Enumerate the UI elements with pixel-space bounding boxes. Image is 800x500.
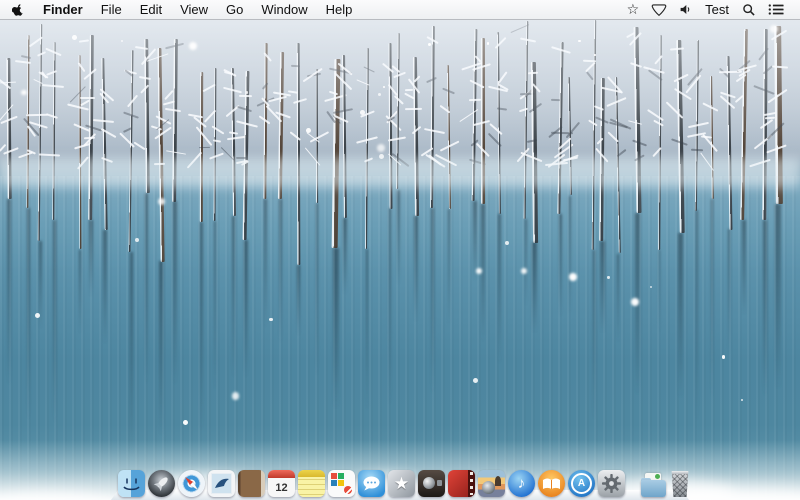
menu-help[interactable]: Help <box>317 0 362 19</box>
desktop-screen: Finder File Edit View Go Window Help ☆ Test 12… <box>0 0 800 500</box>
star-icon[interactable]: ☆ <box>621 0 646 19</box>
menu-file[interactable]: File <box>92 0 131 19</box>
menu-bar-status-area: ☆ Test <box>621 0 800 19</box>
calendar-header <box>268 470 295 478</box>
trash-rim <box>671 471 689 474</box>
imovie-star: ★ <box>393 473 410 493</box>
pick-outline-icon[interactable] <box>645 0 673 19</box>
dock-icon-safari[interactable] <box>178 470 205 497</box>
camera-lens <box>423 477 435 489</box>
wallpaper <box>0 0 800 500</box>
user-menu[interactable]: Test <box>698 2 736 17</box>
camera-lens <box>482 481 495 494</box>
dock: 12 ★ ♪ A <box>111 464 689 500</box>
menu-go[interactable]: Go <box>217 0 252 19</box>
dock-icon-launchpad[interactable] <box>148 470 175 497</box>
dock-icon-film[interactable] <box>448 470 475 497</box>
dock-icon-itunes[interactable]: ♪ <box>508 470 535 497</box>
dock-icon-photo-booth[interactable] <box>418 470 445 497</box>
apple-menu-icon[interactable] <box>0 0 34 19</box>
red-pin <box>344 486 352 494</box>
dock-icon-finder[interactable] <box>118 470 145 497</box>
notes-header <box>298 470 325 477</box>
dock-icon-trash[interactable] <box>671 471 689 497</box>
snow-branch <box>39 153 61 157</box>
dock-icon-mail[interactable] <box>208 470 235 497</box>
dock-icon-sysprefs[interactable] <box>598 470 625 497</box>
dock-icon-iphoto[interactable] <box>478 470 505 497</box>
menu-bar: Finder File Edit View Go Window Help ☆ Test <box>0 0 800 20</box>
forest-fog <box>0 17 800 152</box>
menu-edit[interactable]: Edit <box>131 0 171 19</box>
menu-window[interactable]: Window <box>252 0 316 19</box>
dock-icon-folder[interactable] <box>641 473 666 497</box>
camera-viewfinder <box>437 480 442 486</box>
menu-view[interactable]: View <box>171 0 217 19</box>
snow-branch <box>18 151 34 158</box>
dock-icon-messages[interactable] <box>358 470 385 497</box>
dock-divider <box>628 470 638 497</box>
volume-icon[interactable] <box>673 0 698 19</box>
dock-icon-ibooks[interactable] <box>538 470 565 497</box>
dock-icon-notes[interactable] <box>298 470 325 497</box>
spotlight-icon[interactable] <box>736 0 762 19</box>
app-menu-finder[interactable]: Finder <box>34 0 92 19</box>
music-note: ♪ <box>517 475 526 492</box>
palm-tree <box>495 476 501 486</box>
notification-center-icon[interactable] <box>762 0 790 19</box>
film-holes <box>470 472 473 495</box>
dock-icon-calendar[interactable]: 12 <box>268 470 295 497</box>
folder-body <box>641 480 666 497</box>
calendar-day: 12 <box>275 481 288 494</box>
dock-icon-app-preview[interactable] <box>328 470 355 497</box>
folder-green-badge <box>655 474 660 479</box>
dock-icon-appstore[interactable]: A <box>568 470 595 497</box>
dock-icon-imovie[interactable]: ★ <box>388 470 415 497</box>
waterline-glow <box>0 158 800 188</box>
appstore-letter: A <box>571 473 592 494</box>
dock-icon-contacts[interactable] <box>238 470 265 497</box>
